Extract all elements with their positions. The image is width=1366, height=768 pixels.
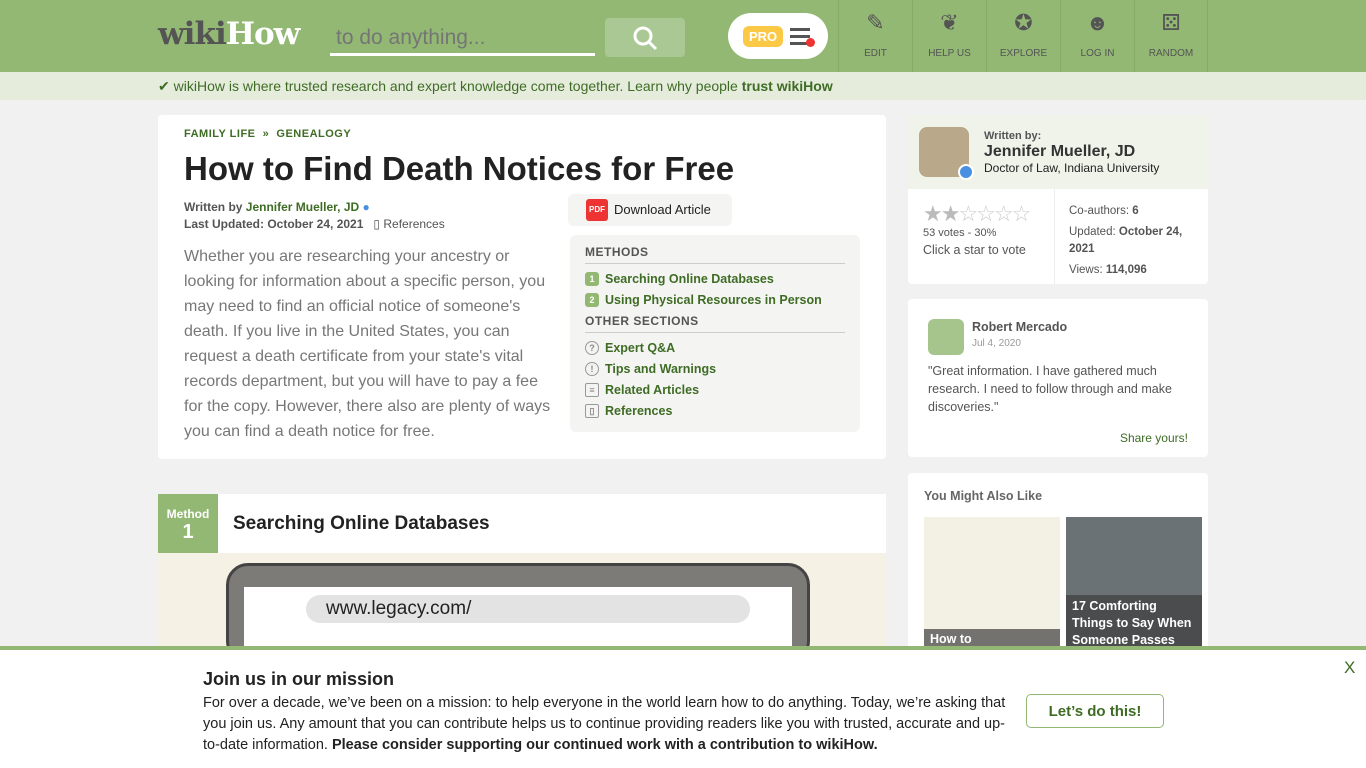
share-review-link[interactable]: Share yours! [1120, 431, 1188, 445]
toc-method-1[interactable]: 1 Searching Online Databases [585, 268, 845, 289]
verified-icon: ● [362, 200, 370, 214]
download-label: Download Article [614, 202, 711, 217]
pro-badge: PRO [743, 26, 784, 47]
page-title: How to Find Death Notices for Free [184, 150, 735, 187]
nav-random[interactable]: ⚄ RANDOM [1134, 0, 1208, 72]
also-like-heading: You Might Also Like [924, 489, 1043, 503]
check-badge-icon: ✔ [158, 78, 174, 94]
other-sections-heading: OTHER SECTIONS [585, 314, 845, 333]
article-stats: Co-authors: 6 Updated: October 24, 2021 … [1069, 205, 1183, 276]
top-nav: ✎ EDIT ❦ HELP US ✪ EXPLORE ☻ LOG IN ⚄ RANDOM [838, 0, 1208, 72]
breadcrumb-genealogy[interactable]: GENEALOGY [276, 128, 351, 140]
toc-tips-warnings[interactable]: ! Tips and Warnings [585, 358, 845, 379]
donation-banner: Join us in our mission For over a decade… [0, 646, 1366, 768]
nav-help-us[interactable]: ❦ HELP US [912, 0, 986, 72]
byline: Written by Jennifer Mueller, JD ● [184, 200, 860, 214]
references-icon: ▯ [585, 403, 599, 418]
breadcrumb-separator: » [262, 128, 270, 140]
intro-text: Whether you are researching your ancestr… [184, 248, 551, 440]
nav-label: EDIT [864, 48, 887, 59]
trust-link[interactable]: trust wikiHow [742, 78, 833, 94]
review-text: "Great information. I have gathered much… [928, 364, 1172, 414]
written-by-label: Written by [184, 200, 246, 214]
search-button[interactable] [605, 18, 685, 57]
nav-label: RANDOM [1148, 48, 1194, 59]
article-intro-card: FAMILY LIFE » GENEALOGY How to Find Deat… [158, 115, 886, 459]
document-icon: ≡ [585, 382, 599, 397]
dice-icon: ⚄ [1161, 10, 1181, 35]
star-rating[interactable]: ★★☆☆☆☆ [923, 201, 1031, 227]
banner-title: Join us in our mission [203, 669, 395, 689]
search-icon [633, 26, 658, 50]
nav-explore[interactable]: ✪ EXPLORE [986, 0, 1060, 72]
banner-text: For over a decade, we’ve been on a missi… [203, 695, 1006, 753]
search-input[interactable] [330, 22, 595, 56]
last-updated: Last Updated: October 24, 2021 [184, 217, 364, 231]
nav-edit[interactable]: ✎ EDIT [838, 0, 912, 72]
reviewer-name: Robert Mercado [972, 320, 1068, 334]
method-section: Method 1 Searching Online Databases www.l… [158, 494, 886, 654]
review-date: Jul 4, 2020 [972, 338, 1021, 349]
toc-references[interactable]: ▯ References [585, 400, 845, 421]
table-of-contents: METHODS 1 Searching Online Databases 2 Usi… [570, 235, 860, 432]
pro-menu-button[interactable]: PRO [728, 13, 828, 59]
reader-review-card: Robert Mercado Jul 4, 2020 "Great inform… [908, 299, 1208, 457]
breadcrumb-family-life[interactable]: FAMILY LIFE [184, 128, 256, 140]
also-like-card: You Might Also Like How to 17 Comforting… [908, 473, 1208, 653]
method-title: Searching Online Databases [233, 513, 490, 534]
author-name[interactable]: Jennifer Mueller, JD [984, 143, 1135, 161]
toc-related-articles[interactable]: ≡ Related Articles [585, 379, 845, 400]
sprout-icon: ❦ [940, 10, 959, 35]
author-link[interactable]: Jennifer Mueller, JD [246, 200, 359, 214]
nav-label: HELP US [928, 48, 971, 59]
written-by-label: Written by: [984, 130, 1042, 142]
donate-button[interactable]: Let’s do this! [1026, 694, 1164, 728]
pencil-icon: ✎ [866, 10, 885, 35]
logo-how: How [225, 16, 301, 52]
related-article-1[interactable]: How to [924, 517, 1060, 653]
logo-wiki: wiki [158, 16, 227, 52]
related-article-2[interactable]: 17 Comforting Things to Say When Someone… [1066, 517, 1202, 653]
reviewer-avatar [928, 319, 964, 355]
warning-icon: ! [585, 361, 599, 376]
question-icon: ? [585, 340, 599, 355]
download-article-button[interactable]: PDF Download Article [568, 194, 732, 226]
nav-log-in[interactable]: ☻ LOG IN [1060, 0, 1134, 72]
close-banner-button[interactable]: X [1344, 658, 1355, 678]
method-badge: Method 1 [158, 494, 218, 554]
trust-text: wikiHow is where trusted research and ex… [173, 78, 742, 94]
trust-bar: ✔ wikiHow is where trusted research and … [0, 72, 1366, 100]
wikihow-logo[interactable]: wikiHow [158, 16, 301, 52]
nav-label: LOG IN [1080, 48, 1115, 59]
author-card: Written by: Jennifer Mueller, JD Doctor … [908, 115, 1208, 284]
references-link[interactable]: References [383, 217, 444, 231]
references-icon: ▯ [373, 217, 381, 231]
header: wikiHow PRO ✎ EDIT ❦ HELP US ✪ EXPLORE ☻ LOG… [0, 0, 1366, 72]
methods-heading: METHODS [585, 245, 845, 264]
pdf-icon: PDF [586, 199, 608, 221]
nav-label: EXPLORE [999, 48, 1048, 59]
vote-count: 53 votes - 30% [923, 227, 997, 239]
method-image[interactable]: www.legacy.com/ [158, 553, 886, 654]
toc-expert-qa[interactable]: ? Expert Q&A [585, 337, 845, 358]
image-url-bar: www.legacy.com/ [306, 595, 750, 623]
verified-icon [958, 164, 974, 180]
breadcrumb: FAMILY LIFE » GENEALOGY [184, 128, 860, 140]
compass-icon: ✪ [1014, 10, 1033, 35]
user-icon: ☻ [1085, 10, 1110, 35]
vote-prompt: Click a star to vote [923, 243, 1026, 257]
toc-method-2[interactable]: 2 Using Physical Resources in Person [585, 289, 845, 310]
notification-dot [806, 38, 815, 47]
author-credentials: Doctor of Law, Indiana University [984, 161, 1160, 175]
